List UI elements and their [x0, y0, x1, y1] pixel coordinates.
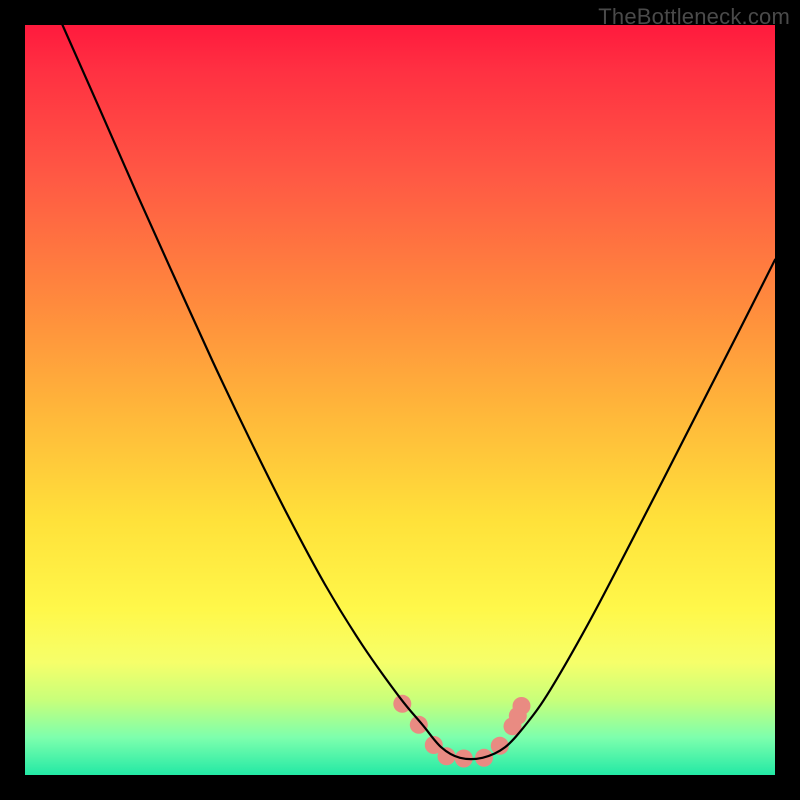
marker-dot — [393, 695, 411, 713]
marker-dots-group — [393, 695, 530, 768]
marker-dot — [513, 697, 531, 715]
marker-dot — [438, 747, 456, 765]
marker-dot — [455, 750, 473, 768]
marker-dot — [504, 717, 522, 735]
marker-dot — [491, 737, 509, 755]
marker-dot — [425, 736, 443, 754]
chart-frame: TheBottleneck.com — [0, 0, 800, 800]
marker-dot — [475, 749, 493, 767]
plot-area — [25, 25, 775, 775]
curve-svg — [25, 25, 775, 775]
marker-dot — [410, 716, 428, 734]
bottleneck-curve — [63, 25, 776, 759]
marker-dot — [509, 707, 527, 725]
